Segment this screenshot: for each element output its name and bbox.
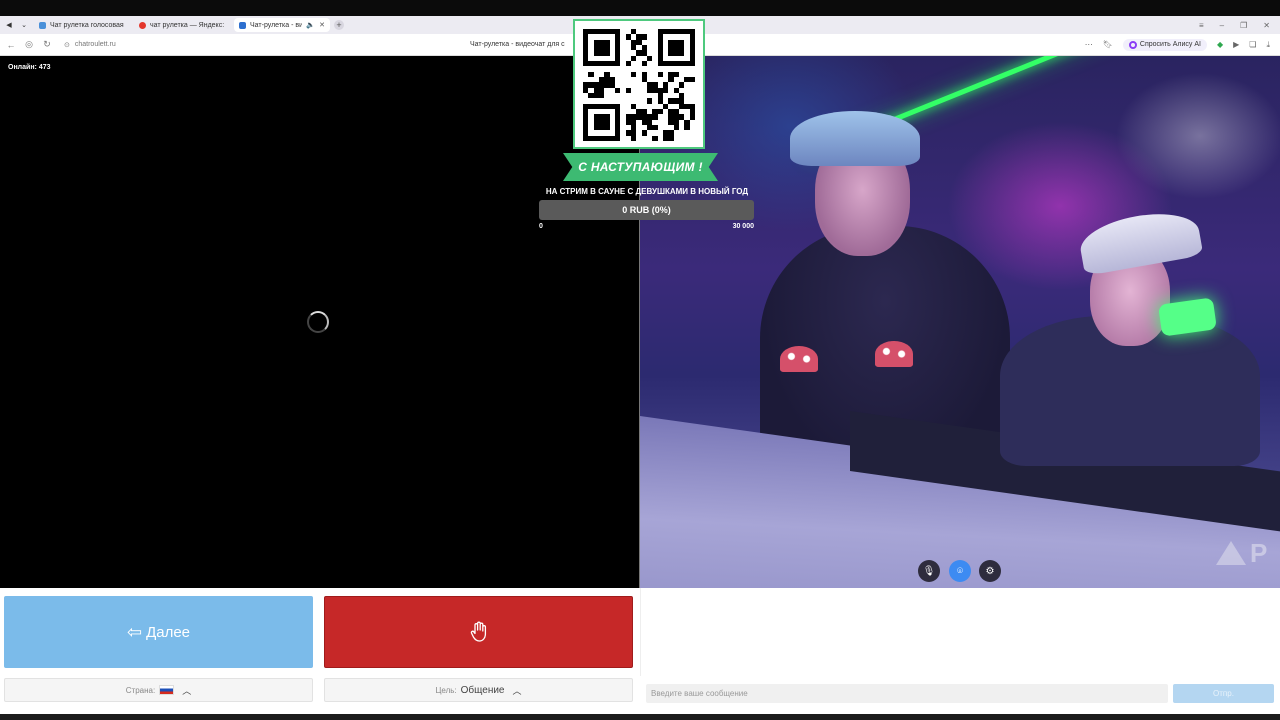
screen: { "browser": { "tabs": [ {"label": "Чат … bbox=[0, 0, 1280, 720]
loading-spinner-icon bbox=[307, 311, 329, 333]
shirt-print bbox=[875, 341, 913, 367]
watermark-text: P bbox=[1250, 538, 1270, 568]
page-title: Чат-рулетка - видеочат для с bbox=[470, 41, 565, 48]
minimize-icon[interactable]: – bbox=[1220, 21, 1224, 30]
camera-toggle-icon[interactable]: ⌾ bbox=[949, 560, 971, 582]
donation-progress-bar: 0 RUB (0%) bbox=[539, 200, 754, 220]
restore-icon[interactable]: ❐ bbox=[1240, 21, 1247, 30]
next-button[interactable]: ⇦ Далее bbox=[4, 596, 313, 668]
donation-progress-text: 0 RUB (0%) bbox=[622, 205, 671, 215]
country-label: Страна: bbox=[125, 685, 156, 695]
next-button-label: Далее bbox=[146, 623, 191, 641]
tab-2[interactable]: чат рулетка — Яндекс: на bbox=[134, 18, 230, 32]
goal-label: Цель: bbox=[435, 685, 457, 695]
country-selector[interactable]: Страна: ︿ bbox=[4, 678, 313, 702]
progress-max-label: 30 000 bbox=[732, 223, 754, 230]
holiday-banner: С НАСТУПАЮЩИМ ! bbox=[563, 153, 718, 181]
lock-icon: ⊙ bbox=[64, 41, 70, 49]
goal-value: Общение bbox=[460, 684, 505, 696]
stranger-video: Онлайн: 473 bbox=[0, 56, 639, 588]
ask-alice-button[interactable]: Спросить Алису AI bbox=[1122, 38, 1207, 51]
screen-top-strip bbox=[0, 0, 1280, 16]
collections-icon[interactable]: ❏ bbox=[1249, 40, 1256, 49]
arrow-left-icon: ⇦ bbox=[126, 622, 143, 642]
alice-label: Спросить Алису AI bbox=[1139, 41, 1201, 48]
url-field[interactable]: ⊙ chatroulett.ru bbox=[64, 41, 116, 49]
taskbar bbox=[0, 714, 1280, 720]
more-icon[interactable]: ⋯ bbox=[1085, 40, 1093, 49]
own-video: P 🎙︎ ⌾ ⚙ bbox=[639, 56, 1280, 588]
bookmark-icon[interactable]: 🔖︎ bbox=[1103, 40, 1113, 49]
qr-code bbox=[573, 19, 705, 149]
donation-goal-title: НА СТРИМ В САУНЕ С ДЕВУШКАМИ В НОВЫЙ ГОД bbox=[545, 187, 749, 196]
speaker-icon[interactable]: 🔈 bbox=[306, 21, 315, 29]
russia-flag-icon bbox=[159, 685, 175, 695]
qr-code-pattern bbox=[583, 29, 695, 141]
tab-close-icon[interactable]: ✕ bbox=[319, 21, 325, 29]
tab-list-icon[interactable]: ◀ bbox=[3, 19, 15, 31]
progress-min-label: 0 bbox=[539, 223, 543, 230]
menu-icon[interactable]: ≡ bbox=[1199, 21, 1204, 30]
back-icon[interactable]: ← bbox=[4, 40, 18, 50]
chevron-up-icon: ︿ bbox=[182, 685, 192, 696]
chevron-up-icon: ︿ bbox=[512, 685, 522, 696]
tab-dropdown-icon[interactable]: ⌄ bbox=[18, 19, 30, 31]
message-input[interactable] bbox=[646, 684, 1168, 703]
url-text: chatroulett.ru bbox=[74, 41, 116, 48]
download-icon[interactable]: ⤓ bbox=[1266, 40, 1270, 50]
send-button[interactable]: Отпр. bbox=[1173, 684, 1274, 703]
tab-favicon-icon bbox=[39, 21, 46, 29]
goal-selector[interactable]: Цель: Общение ︿ bbox=[324, 678, 633, 702]
tab-label: Чат рулетка голосовая — bbox=[50, 21, 125, 29]
address-bar-actions: ⋯ 🔖︎ Спросить Алису AI ◆ ▶ ❏ ⤓ bbox=[1085, 38, 1270, 51]
hand-icon bbox=[470, 621, 486, 642]
window-controls: ≡ – ❐ ✕ bbox=[1199, 21, 1270, 30]
new-tab-button[interactable]: + bbox=[334, 20, 344, 30]
microphone-toggle-icon[interactable]: 🎙︎ bbox=[918, 560, 940, 582]
chat-messages bbox=[640, 588, 1280, 676]
tab-label: Чат-рулетка - видео bbox=[250, 21, 303, 29]
person-left-cap bbox=[790, 111, 920, 166]
cast-icon[interactable]: ▶ bbox=[1233, 40, 1239, 49]
banner-text: С НАСТУПАЮЩИМ ! bbox=[578, 160, 703, 174]
yandex-home-icon[interactable]: ◎ bbox=[22, 39, 36, 50]
reload-icon[interactable]: ↻ bbox=[40, 39, 54, 50]
control-panel: ⇦ Далее Страна: ︿ Цель: Общение ︿ Отпр. bbox=[0, 588, 1280, 714]
alice-icon bbox=[1128, 40, 1137, 49]
online-counter: Онлайн: 473 bbox=[8, 64, 51, 71]
settings-gear-icon[interactable]: ⚙ bbox=[979, 560, 1001, 582]
shirt-print bbox=[780, 346, 818, 372]
yandex-favicon-icon bbox=[139, 21, 146, 29]
tab-3-active[interactable]: Чат-рулетка - видео 🔈 ✕ bbox=[234, 18, 330, 32]
tab-label: чат рулетка — Яндекс: на bbox=[150, 21, 225, 29]
protect-icon[interactable]: ◆ bbox=[1217, 40, 1223, 49]
stop-button[interactable] bbox=[324, 596, 633, 668]
close-window-icon[interactable]: ✕ bbox=[1263, 21, 1270, 30]
tab-1[interactable]: Чат рулетка голосовая — bbox=[34, 18, 130, 32]
tab-favicon-icon bbox=[239, 21, 246, 29]
watermark-logo-icon bbox=[1216, 541, 1246, 565]
